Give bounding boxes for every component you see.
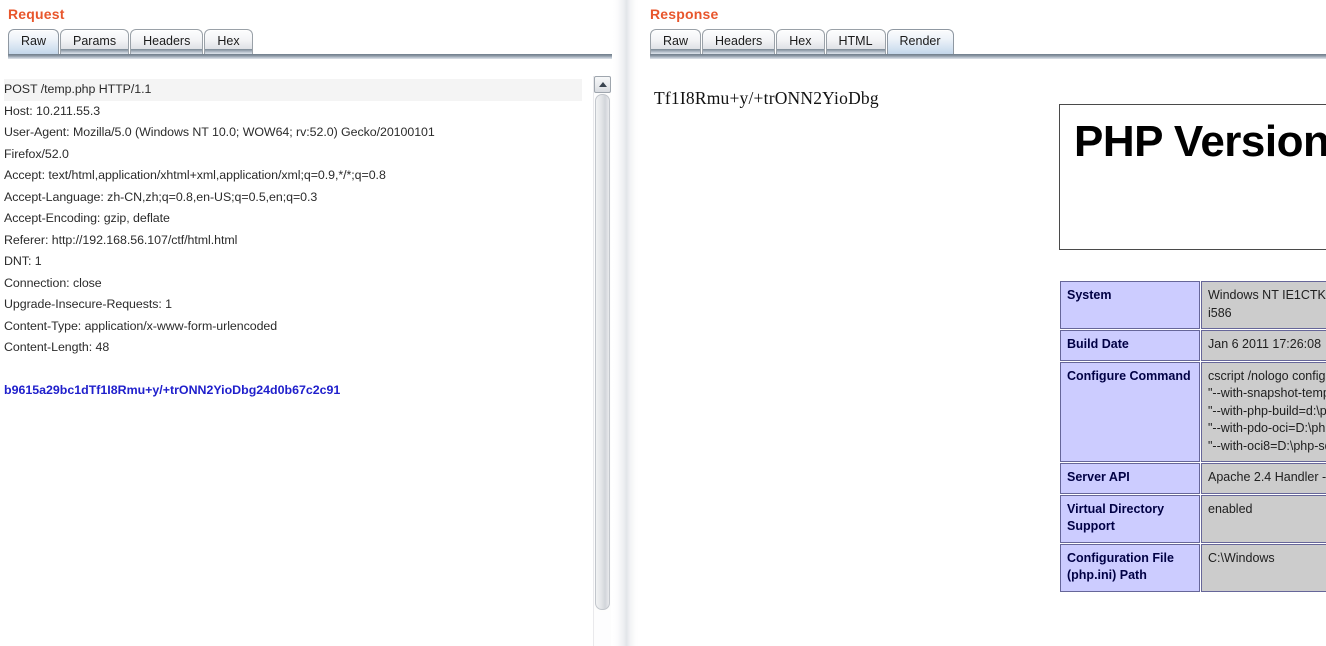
- scrollbar-track[interactable]: [595, 612, 610, 646]
- table-cell-value: Apache 2.4 Handler - Apache Lounge: [1201, 463, 1326, 494]
- table-cell-key: System: [1060, 281, 1200, 329]
- tab-response-html[interactable]: HTML: [825, 29, 886, 54]
- tab-response-html-label: HTML: [838, 34, 873, 48]
- table-cell-value: cscript /nologo configure.js "--enable-s…: [1201, 361, 1326, 462]
- request-line: Firefox/52.0: [4, 146, 69, 161]
- request-message-editor[interactable]: POST /temp.php HTTP/1.1 Host: 10.211.55.…: [0, 76, 586, 646]
- tab-response-render-label: Render: [899, 34, 941, 48]
- request-line: User-Agent: Mozilla/5.0 (Windows NT 10.0…: [4, 125, 435, 139]
- tab-request-headers-label: Headers: [143, 34, 191, 48]
- request-tabstrip: Raw Params Headers Hex: [8, 26, 612, 54]
- response-panel: Response Raw Headers Hex HTML Render Tf1…: [640, 0, 1326, 646]
- request-panel: Request Raw Params Headers Hex POST /tem…: [0, 0, 612, 646]
- tab-request-params-label: Params: [73, 34, 117, 48]
- table-cell-value: Windows NT IE1CTK1 6.1 build 7601 (Windo…: [1201, 281, 1326, 329]
- request-blank-line: [4, 359, 582, 380]
- scroll-up-button[interactable]: [594, 76, 611, 93]
- request-body-param: b9615a29bc1dTf1I8Rmu+y/+trONN2YioDbg24d0…: [4, 382, 341, 397]
- table-cell-key: Configuration File (php.ini) Path: [1060, 543, 1200, 592]
- table-row: Virtual Directory Support enabled: [1060, 494, 1326, 543]
- request-line: Accept: text/html,application/xhtml+xml,…: [4, 168, 386, 182]
- tab-response-render[interactable]: Render: [886, 29, 954, 54]
- panel-splitter[interactable]: [613, 0, 639, 646]
- table-row: Configuration File (php.ini) Path C:\Win…: [1060, 543, 1326, 592]
- request-line: Accept-Language: zh-CN,zh;q=0.8,en-US;q=…: [4, 189, 318, 204]
- tab-request-hex[interactable]: Hex: [204, 29, 253, 54]
- tab-response-headers-label: Headers: [715, 34, 763, 48]
- tab-response-raw[interactable]: Raw: [650, 29, 702, 54]
- request-line: Connection: close: [4, 275, 102, 290]
- request-line: Upgrade-Insecure-Requests: 1: [4, 297, 173, 311]
- burp-message-viewer: Request Raw Params Headers Hex POST /tem…: [0, 0, 1326, 646]
- phpinfo-heading: PHP Version 5.3.5: [1074, 117, 1326, 166]
- table-cell-value: Jan 6 2011 17:26:08: [1201, 330, 1326, 361]
- phpinfo-output: PHP Version 5.3.5 System Windows NT IE1C…: [1059, 76, 1326, 593]
- tab-request-hex-label: Hex: [217, 34, 240, 48]
- tab-response-raw-label: Raw: [663, 34, 689, 48]
- table-cell-key: Configure Command: [1060, 361, 1200, 462]
- arrow-up-icon: [598, 82, 607, 87]
- table-row: Configure Command cscript /nologo config…: [1060, 361, 1326, 462]
- table-cell-value: enabled: [1201, 494, 1326, 543]
- request-tabstrip-rule: [8, 54, 612, 59]
- table-cell-value: C:\Windows: [1201, 543, 1326, 592]
- tab-response-hex[interactable]: Hex: [776, 29, 825, 54]
- request-line: DNT: 1: [4, 254, 42, 268]
- table-row: System Windows NT IE1CTK1 6.1 build 7601…: [1060, 281, 1326, 329]
- phpinfo-table: System Windows NT IE1CTK1 6.1 build 7601…: [1059, 280, 1326, 593]
- table-cell-key: Build Date: [1060, 330, 1200, 361]
- tab-request-raw[interactable]: Raw: [8, 29, 60, 54]
- table-cell-key: Virtual Directory Support: [1060, 494, 1200, 543]
- request-line: Accept-Encoding: gzip, deflate: [4, 211, 170, 225]
- request-panel-title: Request: [8, 6, 65, 22]
- request-vertical-scrollbar[interactable]: [593, 76, 611, 646]
- response-panel-title: Response: [650, 6, 719, 22]
- scrollbar-thumb[interactable]: [595, 94, 610, 610]
- table-cell-key: Server API: [1060, 463, 1200, 494]
- request-line: POST /temp.php HTTP/1.1: [4, 79, 582, 101]
- phpinfo-heading-box: PHP Version 5.3.5: [1059, 104, 1326, 250]
- tab-response-headers[interactable]: Headers: [702, 29, 776, 54]
- tab-request-headers[interactable]: Headers: [130, 29, 204, 54]
- response-tabstrip-rule: [650, 54, 1326, 59]
- request-message-area: POST /temp.php HTTP/1.1 Host: 10.211.55.…: [0, 76, 612, 646]
- tab-request-params[interactable]: Params: [60, 29, 130, 54]
- request-line: Host: 10.211.55.3: [4, 103, 101, 118]
- response-tabstrip: Raw Headers Hex HTML Render: [650, 26, 1326, 54]
- table-row: Server API Apache 2.4 Handler - Apache L…: [1060, 463, 1326, 494]
- tab-response-hex-label: Hex: [789, 34, 812, 48]
- table-row: Build Date Jan 6 2011 17:26:08: [1060, 330, 1326, 361]
- request-line: Content-Length: 48: [4, 340, 110, 354]
- tab-request-raw-label: Raw: [21, 34, 47, 48]
- request-line: Referer: http://192.168.56.107/ctf/html.…: [4, 232, 238, 247]
- response-render-area: Tf1I8Rmu+y/+trONN2YioDbg PHP Version 5.3…: [640, 76, 1326, 646]
- request-line: Content-Type: application/x-www-form-url…: [4, 318, 278, 333]
